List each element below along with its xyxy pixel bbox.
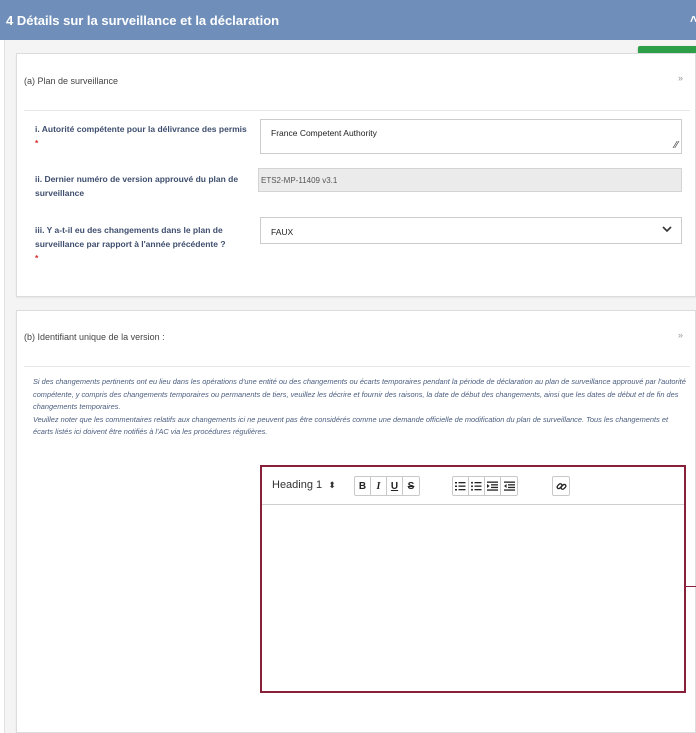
editor-content-area[interactable]: [262, 506, 684, 691]
link-group: [552, 476, 570, 496]
link-icon[interactable]: [553, 477, 569, 495]
authority-label-text: i. Autorité compétente pour la délivranc…: [35, 124, 247, 134]
required-marker: *: [35, 253, 39, 263]
changes-select[interactable]: FAUX: [260, 217, 682, 244]
select-arrows-icon: ⬍: [328, 480, 336, 490]
chevron-down-icon[interactable]: »: [678, 73, 683, 83]
changes-value: FAUX: [271, 227, 294, 237]
authority-label: i. Autorité compétente pour la délivranc…: [35, 122, 247, 150]
editor-toolbar: Heading 1 ⬍ B I U S: [262, 467, 684, 505]
card-b-title: (b) Identifiant unique de la version :: [24, 332, 165, 342]
validation-connector: [686, 586, 696, 587]
help-text: Si des changements pertinents ont eu lie…: [33, 376, 689, 439]
bullet-list-icon[interactable]: [469, 477, 485, 495]
required-marker: *: [35, 138, 39, 148]
version-value: ETS2-MP-11409 v3.1: [261, 176, 338, 185]
bold-button[interactable]: B: [355, 477, 371, 495]
heading-select[interactable]: Heading 1 ⬍: [272, 479, 336, 491]
version-field: ETS2-MP-11409 v3.1: [258, 168, 682, 192]
card-a-title: (a) Plan de surveillance: [24, 76, 119, 86]
italic-button[interactable]: I: [371, 477, 387, 495]
heading-select-value: Heading 1: [272, 479, 323, 491]
authority-field[interactable]: France Competent Authority ⁄⁄: [260, 119, 682, 154]
card-a-divider: [24, 110, 690, 111]
list-group: [452, 476, 518, 496]
indent-icon[interactable]: [485, 477, 501, 495]
section-title: 4 Détails sur la surveillance et la décl…: [6, 13, 280, 28]
section-header[interactable]: 4 Détails sur la surveillance et la décl…: [0, 0, 696, 40]
chevron-up-icon[interactable]: ˄: [690, 12, 696, 26]
card-b-divider: [24, 366, 690, 367]
authority-value: France Competent Authority: [271, 128, 377, 138]
ordered-list-icon[interactable]: [453, 477, 469, 495]
version-label: ii. Dernier numéro de version approuvé d…: [35, 174, 239, 198]
help-paragraph-2: Veuillez noter que les commentaires rela…: [33, 414, 668, 437]
outdent-icon[interactable]: [501, 477, 517, 495]
changes-label-text: iii. Y a-t-il eu des changements dans le…: [35, 225, 226, 249]
underline-button[interactable]: U: [387, 477, 403, 495]
rich-text-editor[interactable]: Heading 1 ⬍ B I U S: [260, 465, 686, 693]
format-group: B I U S: [354, 476, 420, 496]
strikethrough-button[interactable]: S: [403, 477, 419, 495]
chevron-down-icon: [661, 223, 673, 238]
changes-label: iii. Y a-t-il eu des changements dans le…: [35, 223, 247, 265]
resize-handle-icon[interactable]: ⁄⁄: [675, 140, 678, 151]
chevron-down-icon[interactable]: »: [678, 330, 683, 340]
help-paragraph-1: Si des changements pertinents ont eu lie…: [33, 377, 686, 412]
